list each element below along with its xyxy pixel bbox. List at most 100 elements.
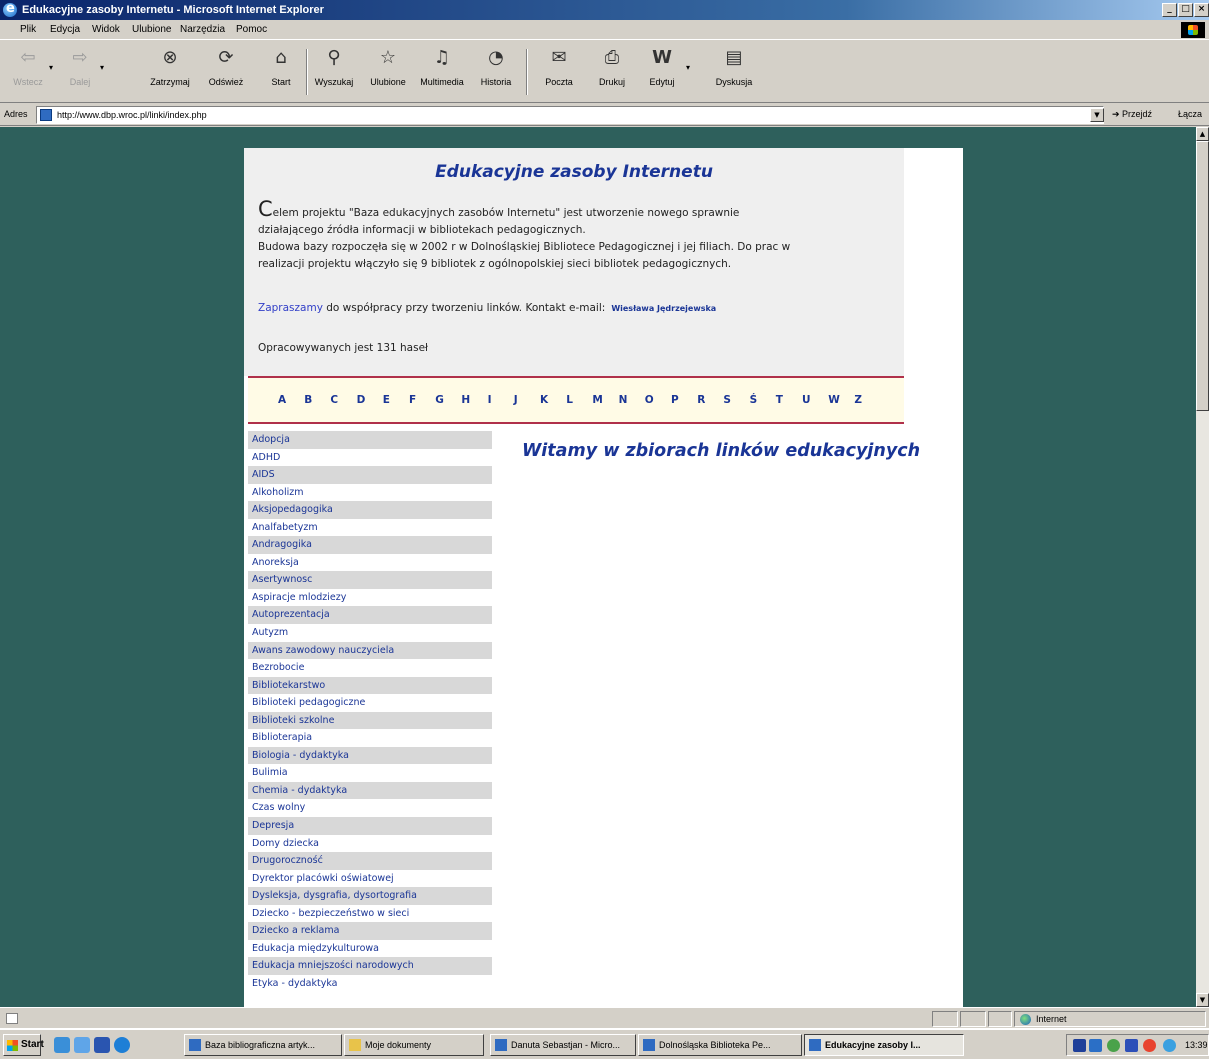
topic-link[interactable]: Etyka - dydaktyka [248, 975, 492, 993]
address-dropdown-icon[interactable]: ▼ [1090, 108, 1104, 122]
topic-link[interactable]: AIDS [248, 466, 492, 484]
stop-button[interactable]: ⊗ Zatrzymaj [148, 45, 192, 99]
quick-launch-desktop-icon[interactable] [74, 1037, 90, 1053]
alphabet-letter[interactable]: G [435, 394, 444, 406]
topic-link[interactable]: Chemia - dydaktyka [248, 781, 492, 800]
topic-link[interactable]: Dysleksja, dysgrafia, dysortografia [248, 887, 492, 905]
topic-link[interactable]: Czas wolny [248, 799, 492, 817]
back-button[interactable]: ⇦ Wstecz [6, 45, 50, 99]
topic-link[interactable]: Domy dziecka [248, 835, 492, 853]
alphabet-letter[interactable]: N [619, 394, 628, 406]
topic-link[interactable]: Asertywnosc [248, 571, 492, 589]
menu-tools[interactable]: Narzędzia [180, 24, 225, 35]
alphabet-letter[interactable]: U [802, 394, 811, 406]
task-button[interactable]: Moje dokumenty [344, 1034, 484, 1056]
edit-button[interactable]: W Edytuj [640, 45, 684, 99]
print-button[interactable]: ⎙ Drukuj [590, 45, 634, 99]
alphabet-letter[interactable]: P [671, 394, 679, 406]
topic-link[interactable]: Biologia - dydaktyka [248, 746, 492, 765]
menu-view[interactable]: Widok [92, 24, 120, 35]
tray-icon[interactable] [1089, 1039, 1102, 1052]
tray-icon[interactable] [1107, 1039, 1120, 1052]
alphabet-letter[interactable]: K [540, 394, 548, 406]
minimize-button[interactable]: _ [1162, 3, 1177, 17]
topic-link[interactable]: Alkoholizm [248, 484, 492, 502]
invite-link[interactable]: Zapraszamy [258, 302, 323, 314]
tray-icon[interactable] [1143, 1039, 1156, 1052]
alphabet-letter[interactable]: A [278, 394, 286, 406]
quick-launch-ie-icon[interactable] [114, 1037, 130, 1053]
topic-link[interactable]: Autyzm [248, 624, 492, 642]
alphabet-letter[interactable]: M [592, 394, 602, 406]
task-button[interactable]: Baza bibliograficzna artyk... [184, 1034, 342, 1056]
quick-launch-word-icon[interactable] [94, 1037, 110, 1053]
alphabet-letter[interactable]: B [304, 394, 312, 406]
alphabet-letter[interactable]: I [488, 394, 492, 406]
topic-link[interactable]: Drugoroczność [248, 852, 492, 870]
topic-link[interactable]: Edukacja mniejszości narodowych [248, 957, 492, 975]
alphabet-letter[interactable]: J [514, 394, 518, 406]
topic-link[interactable]: Edukacja międzykulturowa [248, 940, 492, 958]
forward-dropdown-icon[interactable]: ▾ [100, 63, 104, 72]
scroll-down-icon[interactable]: ▼ [1196, 993, 1209, 1007]
topic-link[interactable]: Bulimia [248, 764, 492, 782]
scroll-thumb[interactable] [1196, 141, 1209, 411]
alphabet-letter[interactable]: R [697, 394, 705, 406]
multimedia-button[interactable]: ♫ Multimedia [420, 45, 464, 99]
topic-link[interactable]: ADHD [248, 449, 492, 467]
favorites-button[interactable]: ☆ Ulubione [366, 45, 410, 99]
address-input[interactable]: http://www.dbp.wroc.pl/linki/index.php [36, 106, 1104, 124]
tray-icon[interactable] [1073, 1039, 1086, 1052]
menu-favorites[interactable]: Ulubione [132, 24, 171, 35]
topic-link[interactable]: Biblioteki pedagogiczne [248, 694, 492, 712]
maximize-button[interactable]: □ [1178, 3, 1193, 17]
topic-link[interactable]: Anoreksja [248, 554, 492, 572]
home-button[interactable]: ⌂ Start [259, 45, 303, 99]
search-button[interactable]: ⚲ Wyszukaj [312, 45, 356, 99]
task-button-active[interactable]: Edukacyjne zasoby I... [804, 1034, 964, 1056]
scroll-up-icon[interactable]: ▲ [1196, 127, 1209, 141]
edit-dropdown-icon[interactable]: ▾ [686, 63, 690, 72]
contact-email-link[interactable]: Wiesława Jędrzejewska [611, 304, 716, 313]
alphabet-letter[interactable]: S [723, 394, 731, 406]
task-button[interactable]: Dolnośląska Biblioteka Pe... [638, 1034, 802, 1056]
quick-launch-outlook-icon[interactable] [54, 1037, 70, 1053]
alphabet-letter[interactable]: E [383, 394, 390, 406]
mail-button[interactable]: ✉ Poczta [537, 45, 581, 99]
alphabet-letter[interactable]: L [566, 394, 573, 406]
go-button[interactable]: ➔ Przejdź [1112, 109, 1152, 120]
menu-file[interactable]: Plik [20, 24, 36, 35]
topic-link[interactable]: Biblioteki szkolne [248, 711, 492, 730]
topic-link[interactable]: Aspiracje mlodziezy [248, 589, 492, 607]
alphabet-letter[interactable]: T [776, 394, 783, 406]
start-button[interactable]: Start [3, 1034, 44, 1056]
alphabet-letter[interactable]: F [409, 394, 416, 406]
topic-link[interactable]: Depresja [248, 817, 492, 835]
alphabet-letter[interactable]: Z [854, 394, 862, 406]
vertical-scrollbar[interactable]: ▲ ▼ [1196, 127, 1209, 1007]
topic-link[interactable]: Bezrobocie [248, 659, 492, 677]
topic-link[interactable]: Autoprezentacja [248, 606, 492, 625]
links-button[interactable]: Łącza [1178, 109, 1202, 119]
alphabet-letter[interactable]: D [357, 394, 366, 406]
topic-link[interactable]: Dziecko - bezpieczeństwo w sieci [248, 905, 492, 923]
task-button[interactable]: Danuta Sebastjan - Micro... [490, 1034, 636, 1056]
close-button[interactable]: × [1194, 3, 1209, 17]
tray-icon[interactable] [1125, 1039, 1138, 1052]
alphabet-letter[interactable]: Ś [750, 394, 758, 406]
alphabet-letter[interactable]: W [828, 394, 840, 406]
topic-link[interactable]: Adopcja [248, 431, 492, 449]
forward-button[interactable]: ⇨ Dalej [58, 45, 102, 99]
alphabet-letter[interactable]: C [330, 394, 338, 406]
alphabet-letter[interactable]: H [461, 394, 470, 406]
topic-link[interactable]: Awans zawodowy nauczyciela [248, 641, 492, 660]
history-button[interactable]: ◔ Historia [474, 45, 518, 99]
topic-link[interactable]: Bibliotekarstwo [248, 676, 492, 695]
refresh-button[interactable]: ⟳ Odśwież [204, 45, 248, 99]
alphabet-letter[interactable]: O [645, 394, 654, 406]
topic-link[interactable]: Biblioterapia [248, 729, 492, 747]
topic-link[interactable]: Andragogika [248, 536, 492, 554]
menu-help[interactable]: Pomoc [236, 24, 267, 35]
topic-link[interactable]: Aksjopedagogika [248, 501, 492, 519]
menu-edit[interactable]: Edycja [50, 24, 80, 35]
